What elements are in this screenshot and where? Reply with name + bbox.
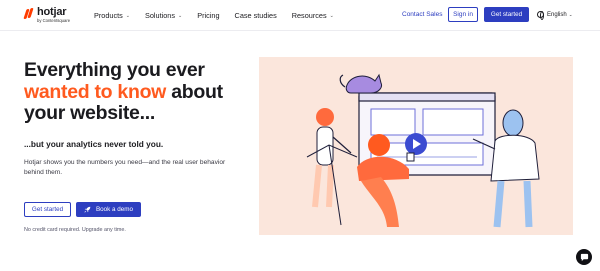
top-navigation: hotjar by Contentsquare Products ⌄ Soluti… [0, 0, 600, 31]
chevron-down-icon: ⌄ [125, 12, 130, 19]
chat-bubble-icon [580, 253, 588, 261]
no-credit-card-note: No credit card required. Upgrade any tim… [24, 227, 126, 233]
hotjar-logo[interactable]: hotjar by Contentsquare [23, 7, 70, 23]
logo-wordmark: hotjar [37, 6, 67, 18]
globe-icon [537, 11, 544, 20]
language-label: English [547, 11, 567, 18]
main-menu: Products ⌄ Solutions ⌄ Pricing Case studie… [94, 11, 349, 20]
menu-pricing[interactable]: Pricing [197, 11, 219, 20]
get-started-button[interactable]: Get started [24, 202, 71, 217]
chevron-down-icon: ⌄ [568, 11, 573, 17]
chevron-down-icon: ⌄ [178, 12, 183, 19]
illustration-artwork [306, 73, 540, 228]
book-demo-button[interactable]: Book a demo [76, 202, 141, 217]
contact-sales-link[interactable]: Contact Sales [402, 11, 442, 18]
menu-resources[interactable]: Resources ⌄ [292, 11, 334, 20]
hero-title-highlight: wanted to know [24, 80, 167, 103]
language-selector[interactable]: English ⌄ [537, 11, 573, 20]
hero-description: Hotjar shows you the numbers you need—an… [24, 159, 226, 176]
logo-byline: by Contentsquare [37, 18, 71, 23]
hero-title: Everything you ever wanted to know about … [24, 59, 223, 124]
hero-illustration [259, 57, 573, 235]
menu-products[interactable]: Products ⌄ [94, 11, 130, 20]
menu-case-studies[interactable]: Case studies [235, 11, 277, 20]
nav-get-started-button[interactable]: Get started [484, 7, 529, 22]
chat-button[interactable] [576, 249, 592, 265]
hotjar-logo-icon [23, 8, 34, 19]
hero-subtitle: ...but your analytics never told you. [24, 139, 164, 149]
rocket-icon [84, 206, 91, 213]
menu-solutions[interactable]: Solutions ⌄ [145, 11, 182, 20]
sign-in-button[interactable]: Sign in [448, 7, 478, 22]
chevron-down-icon: ⌄ [329, 12, 334, 19]
